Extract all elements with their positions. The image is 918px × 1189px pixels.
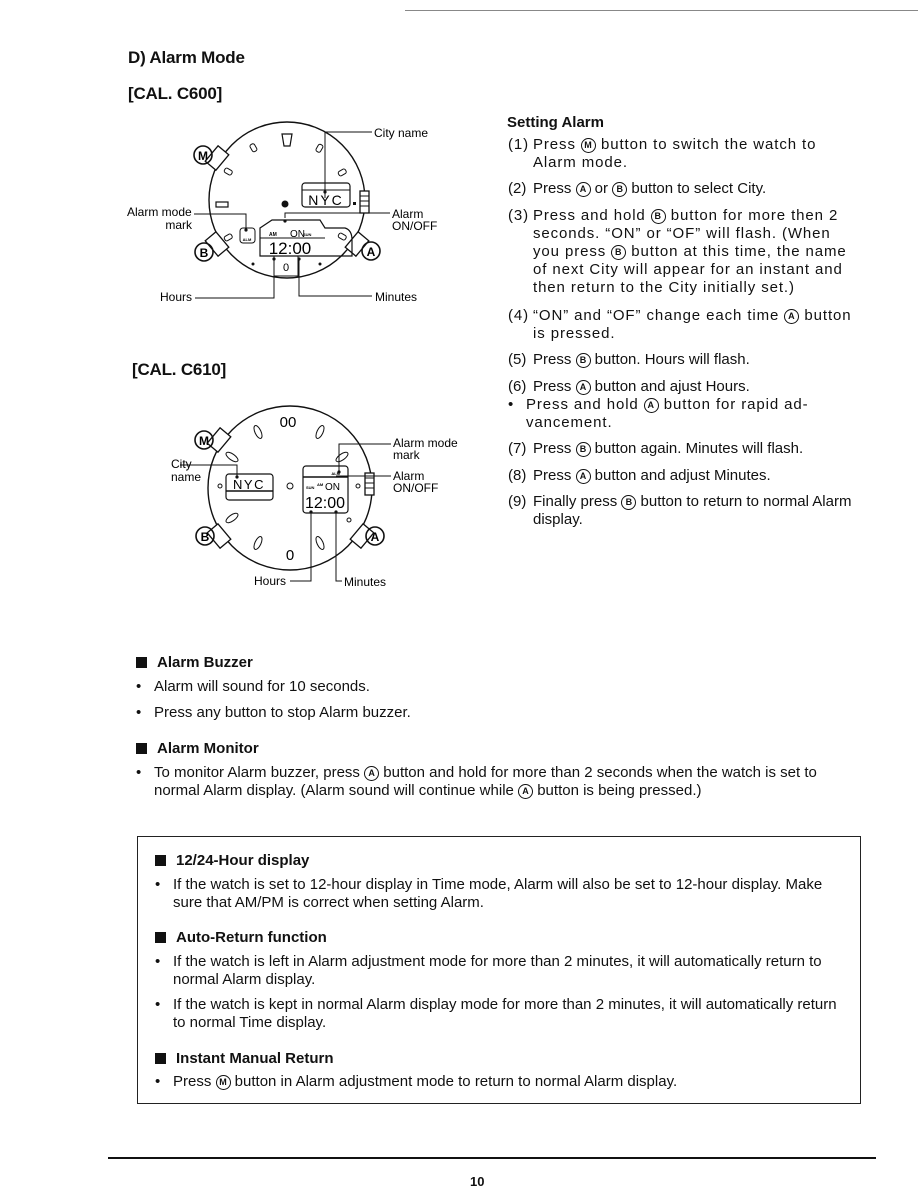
step-2: (2) Press A or B button to select City. (508, 180, 767, 197)
b-button-icon: B (575, 353, 591, 368)
svg-text:M: M (199, 434, 209, 448)
svg-text:AM: AM (269, 232, 277, 238)
alarm-monitor-bullet: • To monitor Alarm buzzer, press A button… (136, 764, 817, 799)
alarm-buzzer-bullet: • Alarm will sound for 10 seconds. (136, 678, 370, 695)
label-minutes: Minutes (344, 575, 386, 589)
display-12-24-heading: 12/24-Hour display (155, 852, 309, 869)
a-button-icon: A (575, 469, 591, 484)
a-button-label: A (361, 241, 381, 261)
svg-text:ALM: ALM (243, 237, 252, 242)
alarm-monitor-heading: Alarm Monitor (136, 740, 259, 757)
city-display: NYC (233, 477, 265, 492)
auto-return-bullet: • If the watch is kept in normal Alarm di… (155, 996, 837, 1031)
step-5: (5) Press B button. Hours will flash. (508, 351, 750, 368)
section-title: D) Alarm Mode (128, 48, 245, 67)
svg-text:mark: mark (393, 448, 421, 462)
instant-return-heading: Instant Manual Return (155, 1050, 334, 1067)
onoff-display: ON (325, 482, 340, 493)
b-button-icon: B (621, 495, 637, 510)
svg-text:A: A (367, 245, 376, 259)
svg-text:AM: AM (317, 482, 324, 487)
svg-text:mark: mark (165, 218, 193, 232)
time-display: 12:00 (269, 239, 312, 258)
a-button-icon: A (364, 766, 380, 781)
b-button-icon: B (611, 245, 627, 260)
svg-text:B: B (200, 246, 209, 260)
b-button-icon: B (575, 442, 591, 457)
alarm-buzzer-bullet: • Press any button to stop Alarm buzzer. (136, 704, 411, 721)
b-button-icon: B (612, 182, 628, 197)
page-number: 10 (470, 1174, 485, 1189)
label-minutes: Minutes (375, 290, 417, 304)
city-display: NYC (308, 192, 344, 208)
step-3: (3) Press and hold B button for more the… (508, 207, 847, 296)
crown (359, 190, 370, 214)
cal-c610-title: [CAL. C610] (132, 360, 227, 379)
step-6: (6) Press A button and ajust Hours. (508, 378, 750, 395)
step-7: (7) Press B button again. Minutes will f… (508, 440, 804, 457)
display-12-24-bullet: • If the watch is set to 12-hour display … (155, 876, 823, 911)
b-button-icon: B (650, 209, 666, 224)
auto-return-heading: Auto-Return function (155, 929, 327, 946)
m-button-icon: M (580, 138, 596, 153)
cal-c600-title: [CAL. C600] (128, 84, 223, 103)
svg-text:B: B (201, 530, 210, 544)
bottom-rule (108, 1157, 876, 1159)
svg-text:SUN: SUN (303, 232, 312, 237)
label-hours: Hours (254, 574, 286, 588)
svg-text:00: 00 (280, 414, 297, 431)
m-button-label: M (193, 145, 213, 165)
svg-text:name: name (171, 470, 201, 484)
m-button-shape (204, 144, 230, 172)
label-hours: Hours (160, 290, 192, 304)
square-bullet-icon (136, 743, 147, 754)
a-button-icon: A (575, 380, 591, 395)
label-alarm-mode-mark: Alarm mode (127, 205, 192, 219)
svg-text:ON/OFF: ON/OFF (392, 219, 437, 233)
time-display: 12:00 (305, 495, 345, 512)
svg-text:0: 0 (283, 262, 289, 274)
a-button-icon: A (575, 182, 591, 197)
step-9: (9) Finally press B button to return to … (508, 493, 852, 528)
top-rule (405, 10, 918, 11)
b-button-label: B (194, 242, 214, 262)
svg-text:SUN: SUN (306, 485, 315, 490)
square-bullet-icon (155, 855, 166, 866)
cal-c610-diagram: M B A 00 0 NYC ALM SUN AM ON 12:00 Alarm… (171, 405, 458, 589)
square-bullet-icon (155, 932, 166, 943)
label-city-name: City (171, 457, 192, 471)
step-6-note: • Press and hold A button for rapid ad-v… (508, 396, 809, 431)
a-button-icon: A (784, 309, 800, 324)
alarm-buzzer-heading: Alarm Buzzer (136, 654, 253, 671)
step-4: (4) “ON” and “OF” change each time A but… (508, 307, 852, 342)
square-bullet-icon (155, 1053, 166, 1064)
a-button-icon: A (643, 398, 659, 413)
svg-text:0: 0 (286, 547, 294, 564)
step-8: (8) Press A button and adjust Minutes. (508, 467, 771, 484)
m-button-icon: M (215, 1075, 231, 1090)
svg-text:ON/OFF: ON/OFF (393, 481, 438, 495)
square-bullet-icon (136, 657, 147, 668)
label-city-name: City name (374, 126, 428, 140)
a-button-icon: A (518, 784, 534, 799)
instant-return-bullet: • Press M button in Alarm adjustment mode… (155, 1073, 678, 1090)
cal-c600-diagram: M B A NYC AM ON SUN 12:00 ALM 0 City nam… (127, 121, 437, 304)
auto-return-bullet: • If the watch is left in Alarm adjustmen… (155, 953, 822, 988)
setting-alarm-title: Setting Alarm (507, 114, 604, 131)
svg-text:A: A (371, 530, 380, 544)
svg-text:M: M (198, 149, 208, 163)
step-1: (1) Press M button to switch the watch t… (508, 136, 817, 171)
